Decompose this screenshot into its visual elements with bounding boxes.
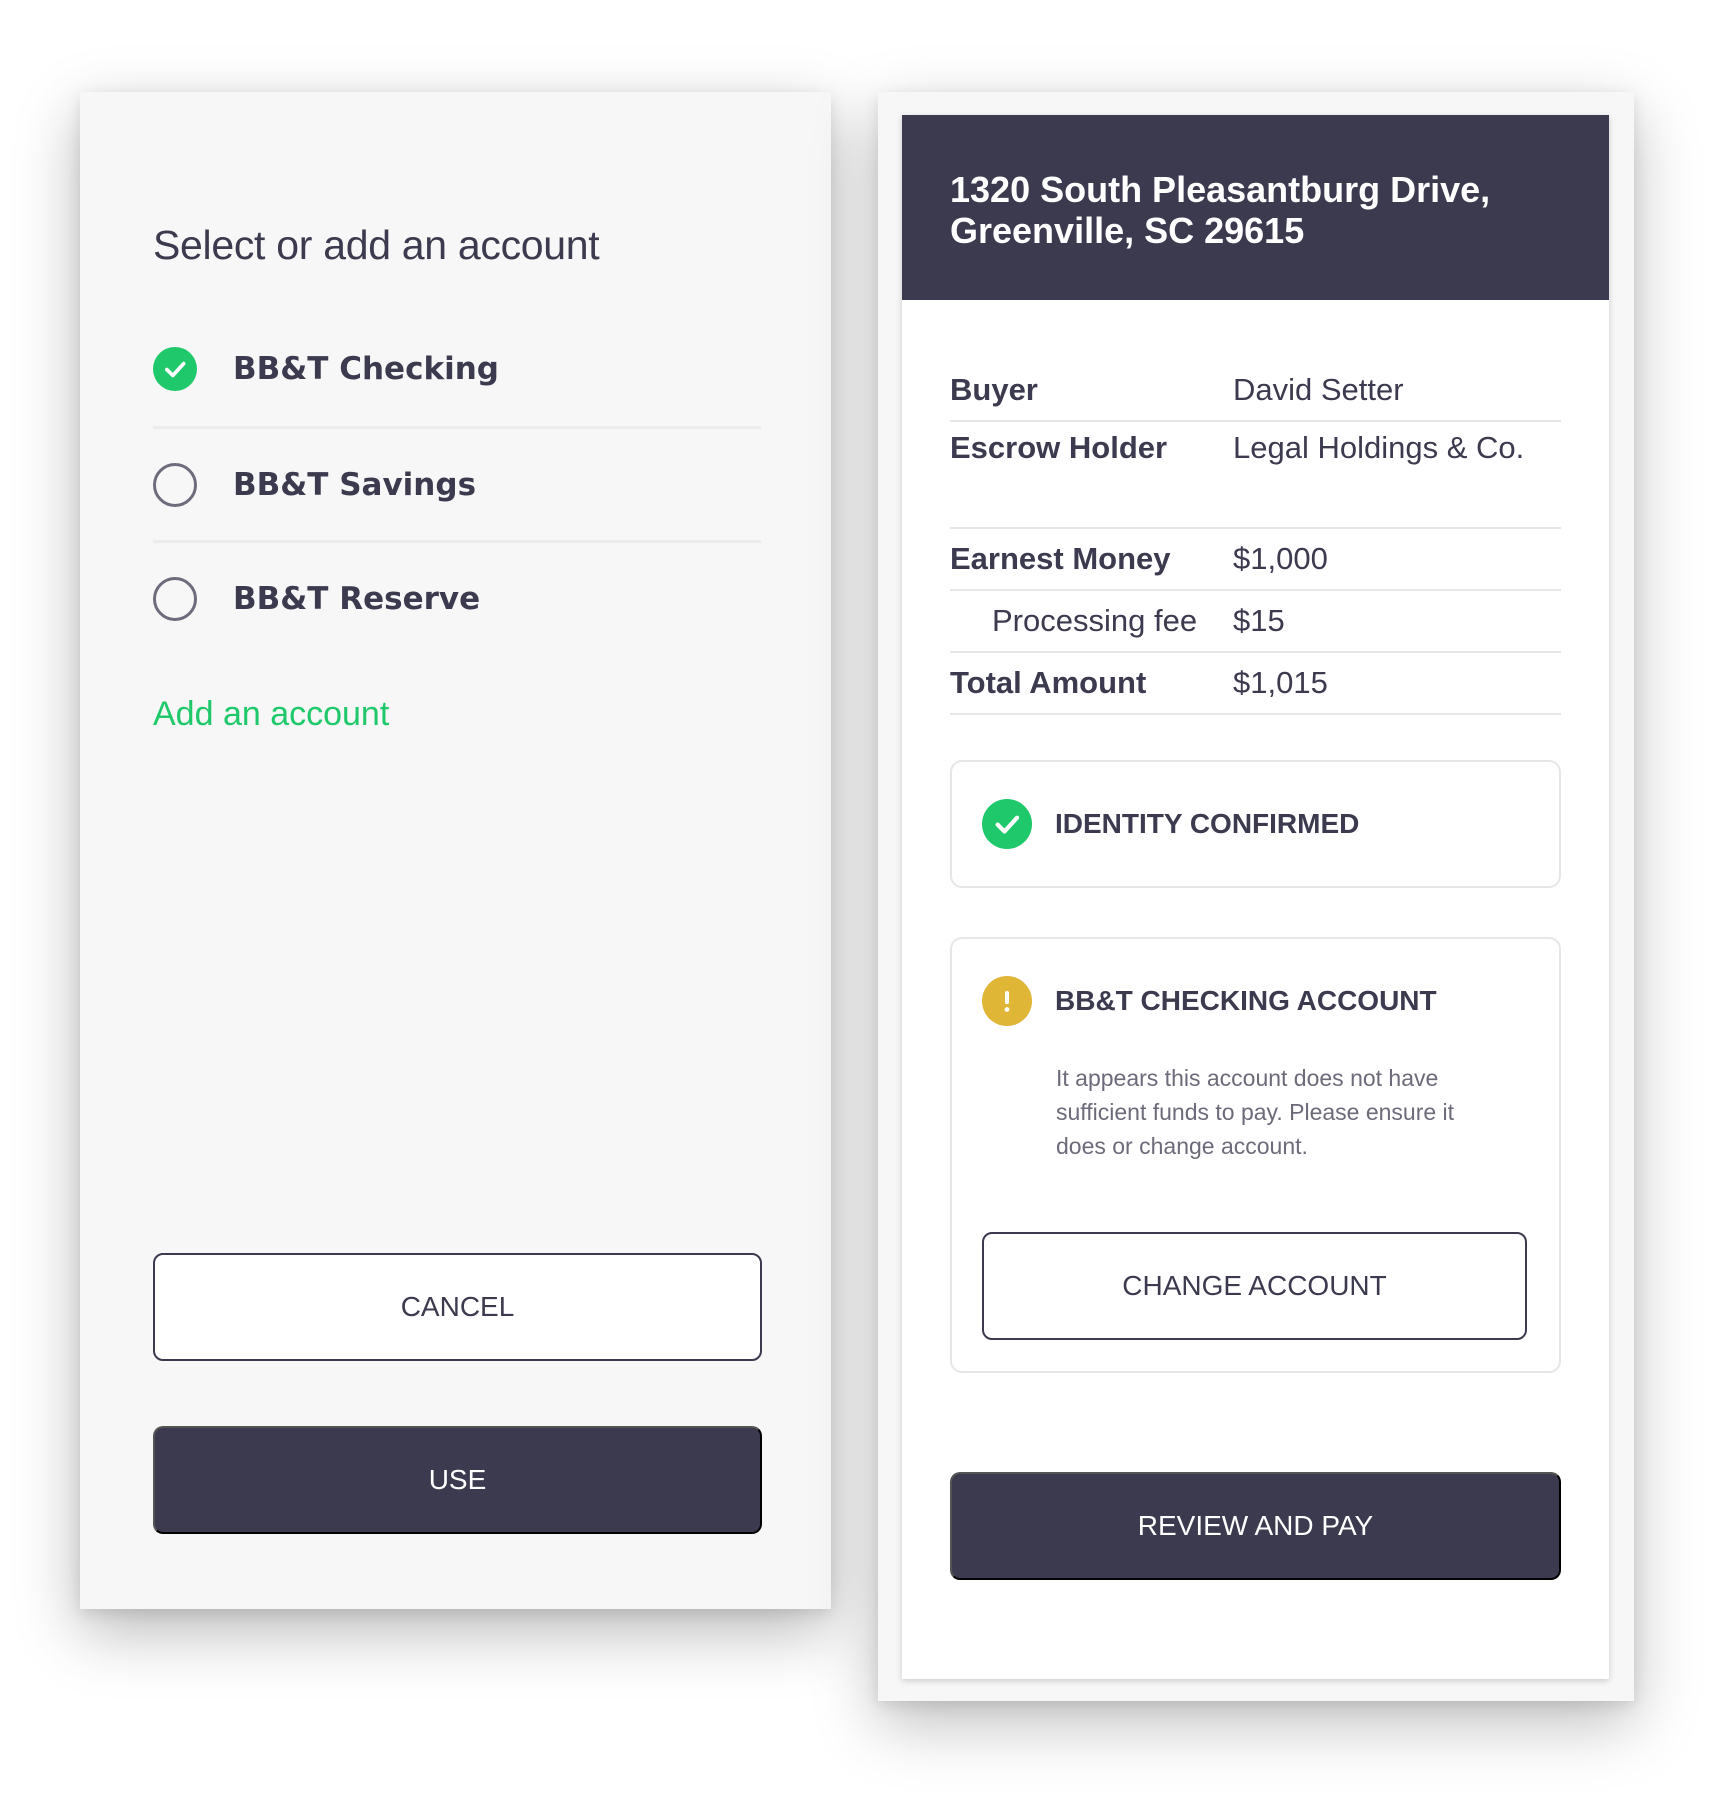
buyer-value: David Setter (1233, 372, 1404, 407)
processing-fee-row: Processing fee $15 (950, 591, 1561, 653)
account-warning-message: It appears this account does not have su… (1056, 1065, 1455, 1159)
buyer-row: Buyer David Setter (950, 360, 1561, 422)
select-account-title: Select or add an account (153, 222, 600, 268)
account-warning-title: BB&T CHECKING ACCOUNT (1055, 985, 1437, 1016)
identity-status-head: IDENTITY CONFIRMED (982, 799, 1359, 849)
account-warning-head: BB&T CHECKING ACCOUNT (982, 976, 1437, 1026)
account-list: BB&T Checking BB&T Savings BB&T Reserve (153, 312, 761, 654)
escrow-label: Escrow Holder (950, 430, 1168, 465)
account-option-checking[interactable]: BB&T Checking (153, 312, 761, 426)
empty-circle-icon[interactable] (153, 462, 197, 507)
add-account-link[interactable]: Add an account (153, 695, 389, 734)
review-and-pay-button[interactable]: REVIEW AND PAY (950, 1472, 1561, 1580)
cancel-button[interactable]: CANCEL (153, 1253, 762, 1361)
address-line-2: Greenville, SC 29615 (950, 210, 1305, 251)
identity-status-box: IDENTITY CONFIRMED (950, 760, 1561, 888)
buyer-label: Buyer (950, 372, 1038, 407)
exclamation-circle-icon (982, 976, 1032, 1026)
escrow-row: Escrow Holder Legal Holdings & Co. (950, 422, 1561, 529)
account-option-reserve[interactable]: BB&T Reserve (153, 540, 761, 654)
payment-card: 1320 South Pleasantburg Drive, Greenvill… (902, 115, 1609, 1679)
total-amount-value: $1,015 (1233, 665, 1328, 700)
property-address-header: 1320 South Pleasantburg Drive, Greenvill… (902, 115, 1609, 300)
account-warning-box: BB&T CHECKING ACCOUNT It appears this ac… (950, 937, 1561, 1373)
processing-fee-label: Processing fee (992, 603, 1198, 638)
address-line-1: 1320 South Pleasantburg Drive, (950, 169, 1491, 210)
account-option-savings[interactable]: BB&T Savings (153, 426, 761, 540)
payment-screen: 1320 South Pleasantburg Drive, Greenvill… (878, 92, 1634, 1701)
earnest-money-row: Earnest Money $1,000 (950, 529, 1561, 591)
account-label: BB&T Reserve (233, 580, 481, 617)
change-account-button[interactable]: CHANGE ACCOUNT (982, 1232, 1527, 1340)
select-account-panel: Select or add an account BB&T Checking B… (80, 92, 831, 1609)
earnest-money-label: Earnest Money (950, 541, 1171, 576)
processing-fee-value: $15 (1233, 603, 1285, 638)
account-label: BB&T Savings (233, 466, 477, 503)
total-amount-row: Total Amount $1,015 (950, 653, 1561, 715)
transaction-details: Buyer David Setter Escrow Holder Legal H… (950, 360, 1561, 715)
check-circle-icon[interactable] (153, 347, 197, 391)
earnest-money-value: $1,000 (1233, 541, 1328, 576)
escrow-value: Legal Holdings & Co. (1233, 430, 1525, 465)
identity-status-text: IDENTITY CONFIRMED (1055, 808, 1360, 839)
empty-circle-icon[interactable] (153, 576, 197, 621)
check-circle-icon (982, 799, 1032, 849)
total-amount-label: Total Amount (950, 665, 1147, 700)
use-button[interactable]: USE (153, 1426, 762, 1534)
account-label: BB&T Checking (233, 351, 499, 387)
